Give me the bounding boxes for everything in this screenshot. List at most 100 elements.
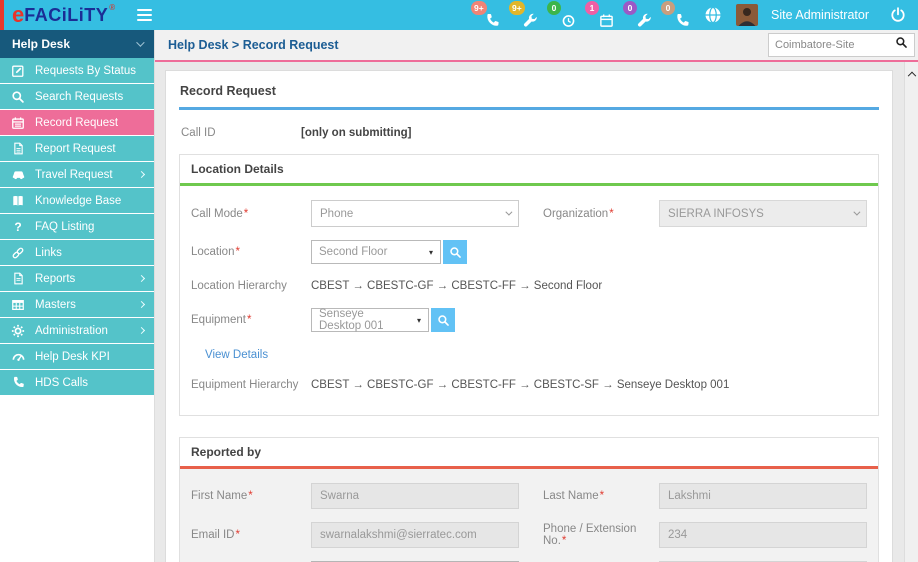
chevron-down-icon: [136, 38, 144, 46]
power-icon[interactable]: [890, 7, 906, 23]
notification-badge: 0: [623, 1, 637, 15]
book-icon: [10, 193, 26, 209]
chevron-down-icon: [853, 209, 860, 216]
site-search-box: [768, 33, 915, 57]
equipment-hierarchy-label: Equipment Hierarchy: [191, 379, 311, 391]
work-orders-notification[interactable]: 9+: [513, 3, 538, 28]
file-icon: [10, 271, 26, 287]
location-label: Location: [191, 246, 311, 258]
efacility-logo: eFACiLiTY®: [12, 4, 115, 26]
email-field[interactable]: [311, 522, 519, 548]
caret-down-icon: [417, 316, 421, 325]
record-request-panel: Record Request Call ID [only on submitti…: [165, 70, 893, 562]
calendar-icon: [10, 115, 26, 131]
caret-down-icon: [429, 248, 433, 257]
sidebar-item-requests-by-status[interactable]: Requests By Status: [0, 58, 154, 83]
last-name-label: Last Name: [543, 490, 659, 502]
sidebar-item-report-request[interactable]: Report Request: [0, 136, 154, 161]
site-search-input[interactable]: [775, 39, 895, 51]
sidebar-item-administration[interactable]: Administration: [0, 318, 154, 343]
location-hierarchy-label: Location Hierarchy: [191, 280, 311, 292]
logo-e: e: [12, 4, 24, 26]
call-id-label: Call ID: [181, 127, 301, 139]
section-title: Location Details: [180, 155, 878, 186]
call-id-value: [only on submitting]: [301, 127, 412, 139]
location-hierarchy-value: CBEST → CBESTC-GF → CBESTC-FF → Second F…: [311, 280, 602, 292]
sidebar-item-reports[interactable]: Reports: [0, 266, 154, 291]
call-mode-select[interactable]: Phone: [311, 200, 519, 227]
location-hierarchy-row: Location Hierarchy CBEST → CBESTC-GF → C…: [191, 277, 867, 295]
sidebar-item-masters[interactable]: Masters: [0, 292, 154, 317]
pending-timer-notification[interactable]: 0: [551, 3, 576, 28]
sidebar-item-label: Record Request: [35, 117, 118, 129]
report-icon: [10, 141, 26, 157]
call-mode-organization-row: Call Mode Phone Organization SIERRA INFO…: [191, 200, 867, 227]
breadcrumb-bar: Help Desk > Record Request: [155, 30, 918, 62]
sidebar-item-help-desk-kpi[interactable]: Help Desk KPI: [0, 344, 154, 369]
chevron-right-icon: [138, 301, 145, 308]
hamburger-menu-icon[interactable]: [137, 6, 152, 24]
calls-notification[interactable]: 0: [665, 3, 690, 28]
sidebar-item-travel-request[interactable]: Travel Request: [0, 162, 154, 187]
question-icon: ?: [10, 219, 26, 235]
notification-badge: 0: [547, 1, 561, 15]
edit-icon: [10, 63, 26, 79]
notification-badge: 0: [661, 1, 675, 15]
helpdesk-calls-notification[interactable]: 9+: [475, 3, 500, 28]
breadcrumb: Help Desk > Record Request: [168, 38, 339, 52]
phone-icon: [10, 375, 26, 391]
location-search-button[interactable]: [443, 240, 467, 264]
view-details-link[interactable]: View Details: [205, 349, 268, 361]
equipment-hierarchy-value: CBEST → CBESTC-GF → CBESTC-FF → CBESTC-S…: [311, 379, 729, 391]
sidebar-item-label: Reports: [35, 273, 75, 285]
efacility-app: eFACiLiTY® 9+ 9+ 0 1: [0, 0, 918, 562]
equipment-row: Equipment Senseye Desktop 001: [191, 308, 867, 332]
sidebar-item-faq-listing[interactable]: ? FAQ Listing: [0, 214, 154, 239]
organization-select[interactable]: SIERRA INFOSYS: [659, 200, 867, 227]
sidebar-item-record-request[interactable]: Record Request: [0, 110, 154, 135]
sidebar-item-label: Administration: [35, 325, 108, 337]
sidebar-item-label: Search Requests: [35, 91, 123, 103]
globe-icon[interactable]: [703, 5, 723, 25]
scrollbar[interactable]: [904, 62, 918, 562]
equipment-search-button[interactable]: [431, 308, 455, 332]
equipment-hierarchy-row: Equipment Hierarchy CBEST → CBESTC-GF → …: [191, 376, 867, 394]
sidebar-item-label: HDS Calls: [35, 377, 88, 389]
page-title: Record Request: [179, 81, 879, 110]
call-mode-label: Call Mode: [191, 208, 311, 220]
location-combo[interactable]: Second Floor: [311, 240, 441, 264]
calendar-notification[interactable]: 1: [589, 3, 614, 28]
sidebar-module-selector[interactable]: Help Desk: [0, 30, 154, 58]
last-name-field[interactable]: [659, 483, 867, 509]
maintenance-notification[interactable]: 0: [627, 3, 652, 28]
call-id-row: Call ID [only on submitting]: [181, 127, 877, 139]
sidebar-item-hds-calls[interactable]: HDS Calls: [0, 370, 154, 395]
search-icon[interactable]: [895, 36, 908, 54]
user-avatar[interactable]: [736, 4, 758, 26]
section-title: Reported by: [180, 438, 878, 469]
equipment-combo[interactable]: Senseye Desktop 001: [311, 308, 429, 332]
chevron-right-icon: [138, 171, 145, 178]
link-icon: [10, 245, 26, 261]
email-label: Email ID: [191, 529, 311, 541]
logo-text: FACiLiTY: [24, 6, 108, 24]
first-name-field[interactable]: [311, 483, 519, 509]
sidebar-item-links[interactable]: Links: [0, 240, 154, 265]
sidebar-item-label: Knowledge Base: [35, 195, 121, 207]
first-name-label: First Name: [191, 490, 311, 502]
sidebar-item-knowledge-base[interactable]: Knowledge Base: [0, 188, 154, 213]
sidebar-item-label: Travel Request: [35, 169, 113, 181]
sidebar-item-search-requests[interactable]: Search Requests: [0, 84, 154, 109]
scroll-up-arrow[interactable]: [908, 72, 916, 80]
user-name[interactable]: Site Administrator: [771, 8, 869, 22]
chevron-right-icon: [138, 275, 145, 282]
chevron-down-icon: [505, 209, 512, 216]
table-icon: [10, 297, 26, 313]
view-details-row: View Details: [191, 345, 867, 363]
notification-badge: 1: [585, 1, 599, 15]
gauge-icon: [10, 349, 26, 365]
sidebar: Help Desk Requests By Status Search Requ…: [0, 30, 155, 562]
chevron-right-icon: [138, 327, 145, 334]
sidebar-module-label: Help Desk: [12, 37, 70, 51]
phone-extension-field[interactable]: [659, 522, 867, 548]
